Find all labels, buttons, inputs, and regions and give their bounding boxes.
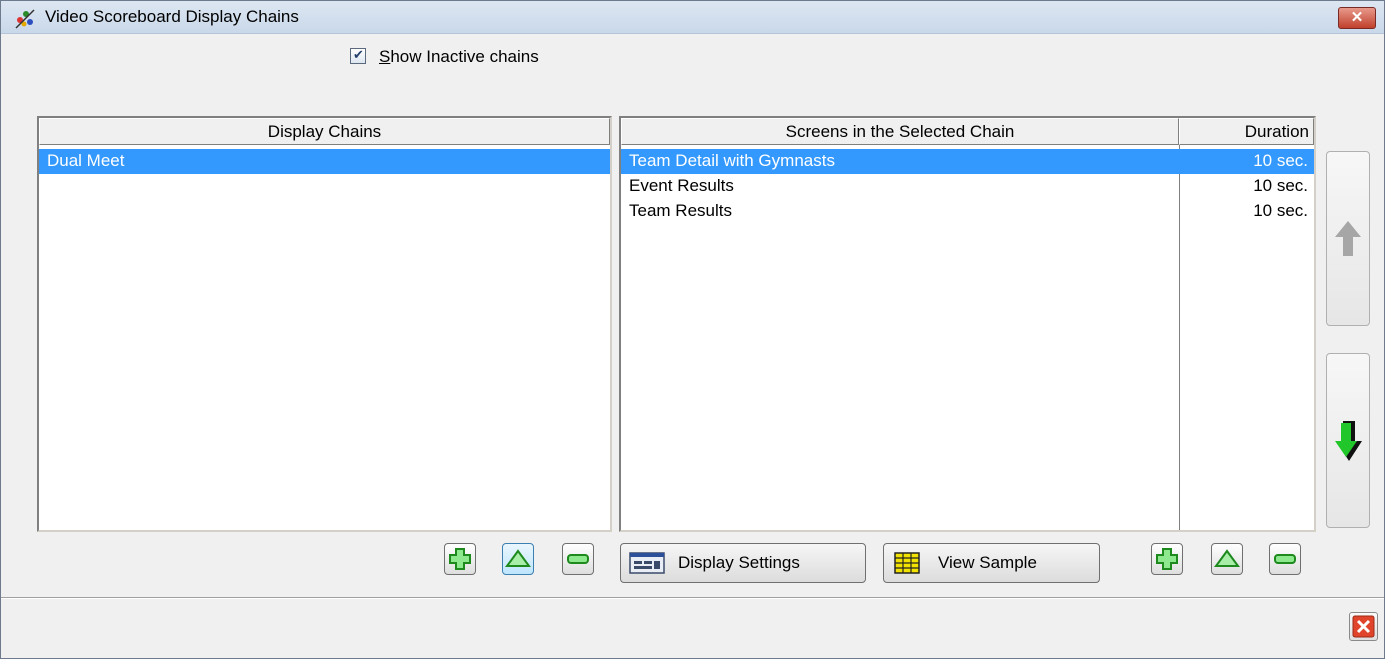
remove-chain-button[interactable] (562, 543, 594, 575)
screen-duration: 10 sec. (1253, 176, 1308, 195)
screen-name: Team Results (629, 201, 732, 220)
green-minus-icon (1274, 554, 1296, 564)
window-title: Video Scoreboard Display Chains (45, 7, 299, 26)
screen-name: Event Results (629, 176, 734, 195)
green-triangle-icon (505, 549, 531, 567)
view-sample-label: View Sample (938, 553, 1037, 572)
green-down-arrow-icon (1335, 421, 1362, 461)
video-scoreboard-window: Video Scoreboard Display Chains ✕ Show I… (0, 0, 1385, 659)
edit-chain-button[interactable] (502, 543, 534, 575)
red-close-icon (1352, 615, 1375, 638)
view-sample-button[interactable]: View Sample (883, 543, 1100, 583)
display-chains-list[interactable]: Display Chains Dual Meet (37, 116, 612, 532)
close-icon: ✕ (1350, 9, 1364, 26)
table-row[interactable]: Team Detail with Gymnasts 10 sec. (621, 149, 1314, 174)
table-row[interactable]: Event Results 10 sec. (621, 174, 1314, 199)
close-button[interactable] (1349, 612, 1378, 641)
view-sample-icon (894, 552, 920, 574)
footer-divider-highlight (1, 598, 1384, 599)
green-triangle-icon (1214, 549, 1240, 567)
move-down-button[interactable] (1326, 353, 1370, 528)
screen-duration: 10 sec. (1253, 151, 1308, 170)
show-inactive-label[interactable]: Show Inactive chains (379, 47, 539, 67)
green-minus-icon (567, 554, 589, 564)
chain-name: Dual Meet (47, 151, 125, 170)
green-plus-icon (1156, 548, 1178, 570)
table-row[interactable]: Team Results 10 sec. (621, 199, 1314, 224)
move-up-button[interactable] (1326, 151, 1370, 326)
display-settings-button[interactable]: Display Settings (620, 543, 866, 583)
display-settings-icon (629, 552, 665, 574)
gymnast-icon (15, 9, 35, 29)
add-chain-button[interactable] (444, 543, 476, 575)
screens-header[interactable]: Screens in the Selected Chain (621, 118, 1179, 145)
screen-duration: 10 sec. (1253, 201, 1308, 220)
duration-header[interactable]: Duration (1179, 118, 1314, 145)
title-close-button[interactable]: ✕ (1338, 7, 1376, 29)
show-inactive-checkbox[interactable] (350, 47, 366, 64)
add-screen-button[interactable] (1151, 543, 1183, 575)
remove-screen-button[interactable] (1269, 543, 1301, 575)
edit-screen-button[interactable] (1211, 543, 1243, 575)
gray-up-arrow-icon (1335, 221, 1361, 256)
screens-list[interactable]: Screens in the Selected Chain Duration T… (619, 116, 1316, 532)
list-item-chain[interactable]: Dual Meet (39, 149, 610, 174)
screen-name: Team Detail with Gymnasts (629, 151, 835, 170)
title-bar[interactable]: Video Scoreboard Display Chains ✕ (1, 1, 1384, 34)
display-chains-header[interactable]: Display Chains (39, 118, 610, 145)
display-settings-label: Display Settings (678, 553, 800, 572)
green-plus-icon (449, 548, 471, 570)
